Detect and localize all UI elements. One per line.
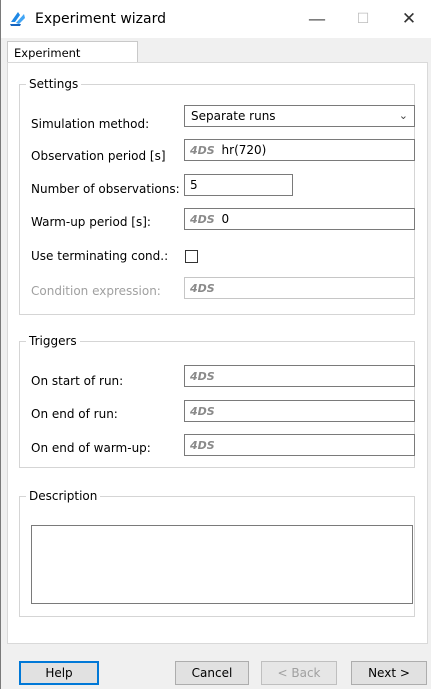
on-end-of-run-label: On end of run: [31,407,118,421]
number-of-observations-value: 5 [190,178,198,192]
4ds-prefix: 4DS [190,282,215,295]
observation-period-value: hr(720) [221,143,267,157]
on-end-of-run-field[interactable]: 4DS [184,400,415,422]
use-terminating-condition-label: Use terminating cond.: [31,249,169,263]
close-icon: ✕ [401,9,417,29]
description-textarea[interactable] [31,525,413,604]
cancel-button[interactable]: Cancel [175,661,249,685]
on-end-of-warmup-label: On end of warm-up: [31,441,151,455]
condition-expression-field[interactable]: 4DS [184,277,415,299]
app-logo-icon [9,10,27,26]
condition-expression-label: Condition expression: [31,284,161,298]
4ds-prefix: 4DS [190,144,215,157]
settings-legend: Settings [29,77,79,91]
4ds-prefix: 4DS [190,439,215,452]
warmup-period-field[interactable]: 4DS 0 [184,208,415,230]
4ds-prefix: 4DS [190,405,215,418]
chevron-down-icon: ⌄ [398,109,408,122]
on-start-of-run-label: On start of run: [31,374,124,388]
description-legend: Description [29,489,98,503]
observation-period-label: Observation period [s] [31,149,166,163]
observation-period-field[interactable]: 4DS hr(720) [184,139,415,161]
tab-strip: Experiment Settings [1,38,431,82]
number-of-observations-field[interactable]: 5 [184,174,293,196]
help-button[interactable]: Help [19,661,99,685]
warmup-period-label: Warm-up period [s]: [31,215,151,229]
4ds-prefix: 4DS [190,370,215,383]
number-of-observations-label: Number of observations: [31,182,180,196]
close-button[interactable]: ✕ [386,0,431,38]
triggers-legend: Triggers [29,334,77,348]
back-button[interactable]: < Back [261,661,337,685]
on-start-of-run-field[interactable]: 4DS [184,365,415,387]
title-bar[interactable]: Experiment wizard — ☐ ✕ [1,0,431,38]
tab-panel: Settings Simulation method: Separate run… [7,62,428,644]
window-title: Experiment wizard [35,11,167,27]
simulation-method-label: Simulation method: [31,117,150,131]
on-end-of-warmup-field[interactable]: 4DS [184,434,415,456]
minimize-button[interactable]: — [294,0,340,38]
maximize-icon: ☐ [356,11,370,27]
4ds-prefix: 4DS [190,213,215,226]
tab-experiment-settings[interactable]: Experiment Settings [7,41,138,82]
experiment-wizard-window: Experiment wizard — ☐ ✕ Experiment Setti… [0,0,431,689]
simulation-method-value: Separate runs [191,109,276,123]
next-button[interactable]: Next > [351,661,427,685]
minimize-icon: — [308,8,326,30]
simulation-method-select[interactable]: Separate runs ⌄ [184,105,415,127]
maximize-button[interactable]: ☐ [340,0,386,38]
warmup-period-value: 0 [221,212,230,226]
use-terminating-condition-checkbox[interactable] [185,250,198,263]
